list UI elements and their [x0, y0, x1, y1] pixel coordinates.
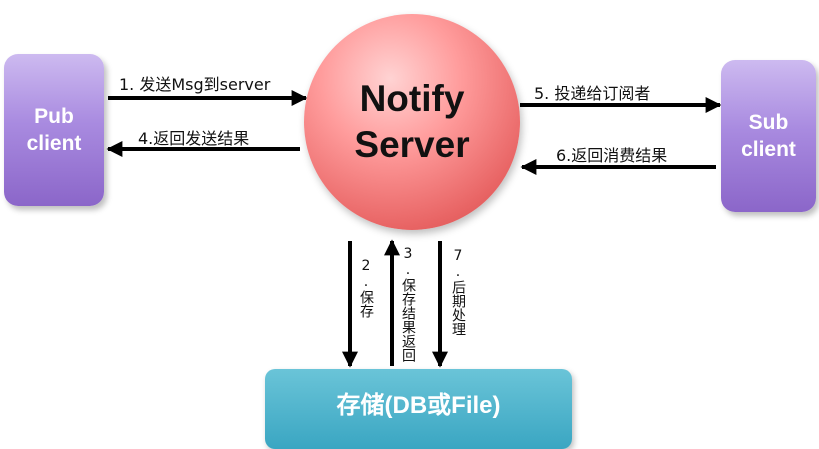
edge-label-5: 5. 投递给订阅者: [534, 84, 651, 103]
edge-label-3: 3.保存结果返回: [400, 246, 416, 362]
edge-label-7: 7.后期处理: [450, 248, 466, 336]
storage-label: 存储(DB或File): [336, 392, 501, 419]
storage-box: 存储(DB或File): [265, 369, 572, 449]
edge-label-1: 1. 发送Msg到server: [119, 75, 271, 94]
sub-client-box: Sub client: [721, 60, 816, 212]
edge-label-4: 4.返回发送结果: [138, 129, 250, 148]
notify-server-circle: Notify Server: [304, 14, 520, 230]
edge-label-2: 2.保存: [358, 258, 374, 318]
edge-label-6: 6.返回消费结果: [556, 146, 668, 165]
pub-client-box: Pub client: [4, 54, 104, 206]
